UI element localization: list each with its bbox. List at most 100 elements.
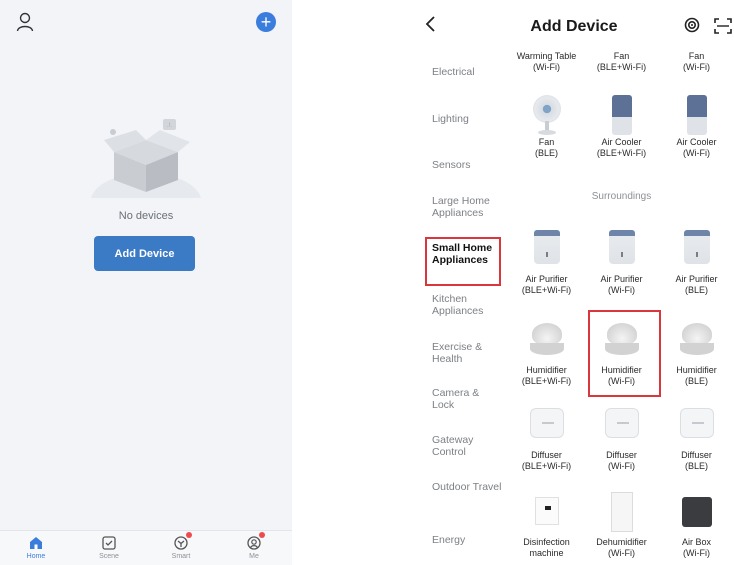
device-protocol: (BLE+Wi-Fi) [596,62,647,72]
empty-state-text: No devices [118,210,174,222]
selected-device-highlight [588,310,661,397]
device-air-box-wifi[interactable]: Air Box (Wi-Fi) [659,497,734,559]
device-air-purifier-ble-wifi[interactable]: Air Purifier (BLE+Wi-Fi) [509,230,584,296]
air-purifier-icon [683,230,710,264]
device-fan-ble[interactable]: Fan (BLE) [509,95,584,159]
section-title-surroundings: Surroundings [591,191,652,202]
category-lighting[interactable]: Lighting [432,113,469,125]
tab-home[interactable]: Home [16,535,56,560]
device-name: Humidifier [526,365,567,375]
bottom-tab-bar: Home Scene Smart Me [0,530,292,565]
category-kitchen-appliances[interactable]: Kitchen Appliances [432,293,502,317]
scene-icon [102,536,116,550]
category-outdoor-travel[interactable]: Outdoor Travel [432,481,502,493]
device-protocol: (BLE) [534,148,558,158]
device-name: Air Cooler [601,137,642,147]
device-protocol: (BLE) [684,376,708,386]
device-name: Diffuser [531,450,562,460]
category-sensors[interactable]: Sensors [432,159,471,171]
humidifier-icon [528,323,566,355]
device-fan-ble-wifi[interactable]: Fan (BLE+Wi-Fi) [584,51,659,73]
device-name: Air Purifier [525,274,568,284]
device-protocol: (Wi-Fi) [683,62,710,72]
device-name: Disinfection [523,537,570,547]
air-cooler-icon [686,95,707,135]
device-air-purifier-wifi[interactable]: Air Purifier (Wi-Fi) [584,230,659,296]
device-name: Warming Table [516,51,577,61]
diffuser-icon [529,408,564,438]
category-sidebar: Electrical Lighting Sensors Large Home A… [414,40,509,565]
device-protocol: (BLE+Wi-Fi) [596,148,647,158]
home-screen: + .!. No devices Add Device Home Scene S… [0,0,292,565]
device-air-cooler-ble-wifi[interactable]: Air Cooler (BLE+Wi-Fi) [584,95,659,159]
device-protocol: (Wi-Fi) [533,62,560,72]
air-cooler-icon [611,95,632,135]
category-exercise-health[interactable]: Exercise & Health [432,341,502,365]
device-name: Air Purifier [675,274,718,284]
diffuser-icon [604,408,639,438]
device-protocol: (Wi-Fi) [608,548,635,558]
air-purifier-icon [608,230,635,264]
device-protocol: machine [529,548,564,558]
tab-scene[interactable]: Scene [89,535,129,560]
device-name: Humidifier [676,365,717,375]
device-protocol: (BLE+Wi-Fi) [521,285,572,295]
device-diffuser-ble-wifi[interactable]: Diffuser (BLE+Wi-Fi) [509,408,584,472]
tab-label: Home [26,553,46,560]
air-box-icon [681,497,712,527]
device-name: Fan [688,51,705,61]
device-protocol: (BLE+Wi-Fi) [521,461,572,471]
device-protocol: (Wi-Fi) [683,148,710,158]
air-purifier-icon [533,230,560,264]
device-name: Air Box [681,537,711,547]
add-device-screen: Add Device Electrical Lighting Sensors L… [414,0,734,565]
device-protocol: (Wi-Fi) [608,461,635,471]
device-air-purifier-ble[interactable]: Air Purifier (BLE) [659,230,734,296]
dehumidifier-icon [610,492,633,532]
add-device-button[interactable]: Add Device [94,236,195,271]
svg-text:.!.: .!. [167,123,172,129]
device-fan-wifi[interactable]: Fan (Wi-Fi) [659,51,734,73]
device-grid: Warming Table (Wi-Fi) Fan (BLE+Wi-Fi) Fa… [509,40,734,565]
empty-box-illustration: .!. [91,119,201,198]
auto-scan-icon[interactable] [684,17,700,33]
device-humidifier-ble[interactable]: Humidifier (BLE) [659,323,734,387]
tab-label: Smart [171,553,191,560]
device-protocol: (BLE+Wi-Fi) [521,376,572,386]
selected-category-highlight [425,237,501,286]
notification-dot [259,532,265,538]
scan-qr-icon[interactable] [714,18,732,34]
device-name: Air Cooler [676,137,717,147]
disinfection-machine-icon [534,497,559,525]
device-protocol: (BLE) [684,461,708,471]
device-name: Dehumidifier [596,537,647,547]
device-warming-table-wifi[interactable]: Warming Table (Wi-Fi) [509,51,584,73]
device-name: Air Purifier [600,274,643,284]
category-large-home-appliances[interactable]: Large Home Appliances [432,195,502,219]
device-name: Fan [538,137,555,147]
notification-dot [186,532,192,538]
tab-smart[interactable]: Smart [161,532,201,560]
fan-icon [530,95,564,135]
device-name: Diffuser [681,450,712,460]
device-protocol: (Wi-Fi) [683,548,710,558]
device-disinfection-machine[interactable]: Disinfection machine [509,497,584,559]
tab-label: Me [249,553,259,560]
user-icon[interactable] [16,12,34,32]
humidifier-icon [678,323,716,355]
add-icon[interactable]: + [256,12,276,32]
device-protocol: (BLE) [684,285,708,295]
category-gateway-control[interactable]: Gateway Control [432,434,502,458]
device-name: Fan [613,51,630,61]
device-dehumidifier-wifi[interactable]: Dehumidifier (Wi-Fi) [584,492,659,559]
tab-me[interactable]: Me [234,532,274,560]
category-energy[interactable]: Energy [432,534,465,546]
diffuser-icon [679,408,714,438]
category-camera-lock[interactable]: Camera & Lock [432,387,502,411]
tab-label: Scene [99,553,119,560]
device-diffuser-ble[interactable]: Diffuser (BLE) [659,408,734,472]
device-diffuser-wifi[interactable]: Diffuser (Wi-Fi) [584,408,659,472]
device-air-cooler-wifi[interactable]: Air Cooler (Wi-Fi) [659,95,734,159]
category-electrical[interactable]: Electrical [432,66,475,78]
device-humidifier-ble-wifi[interactable]: Humidifier (BLE+Wi-Fi) [509,323,584,387]
